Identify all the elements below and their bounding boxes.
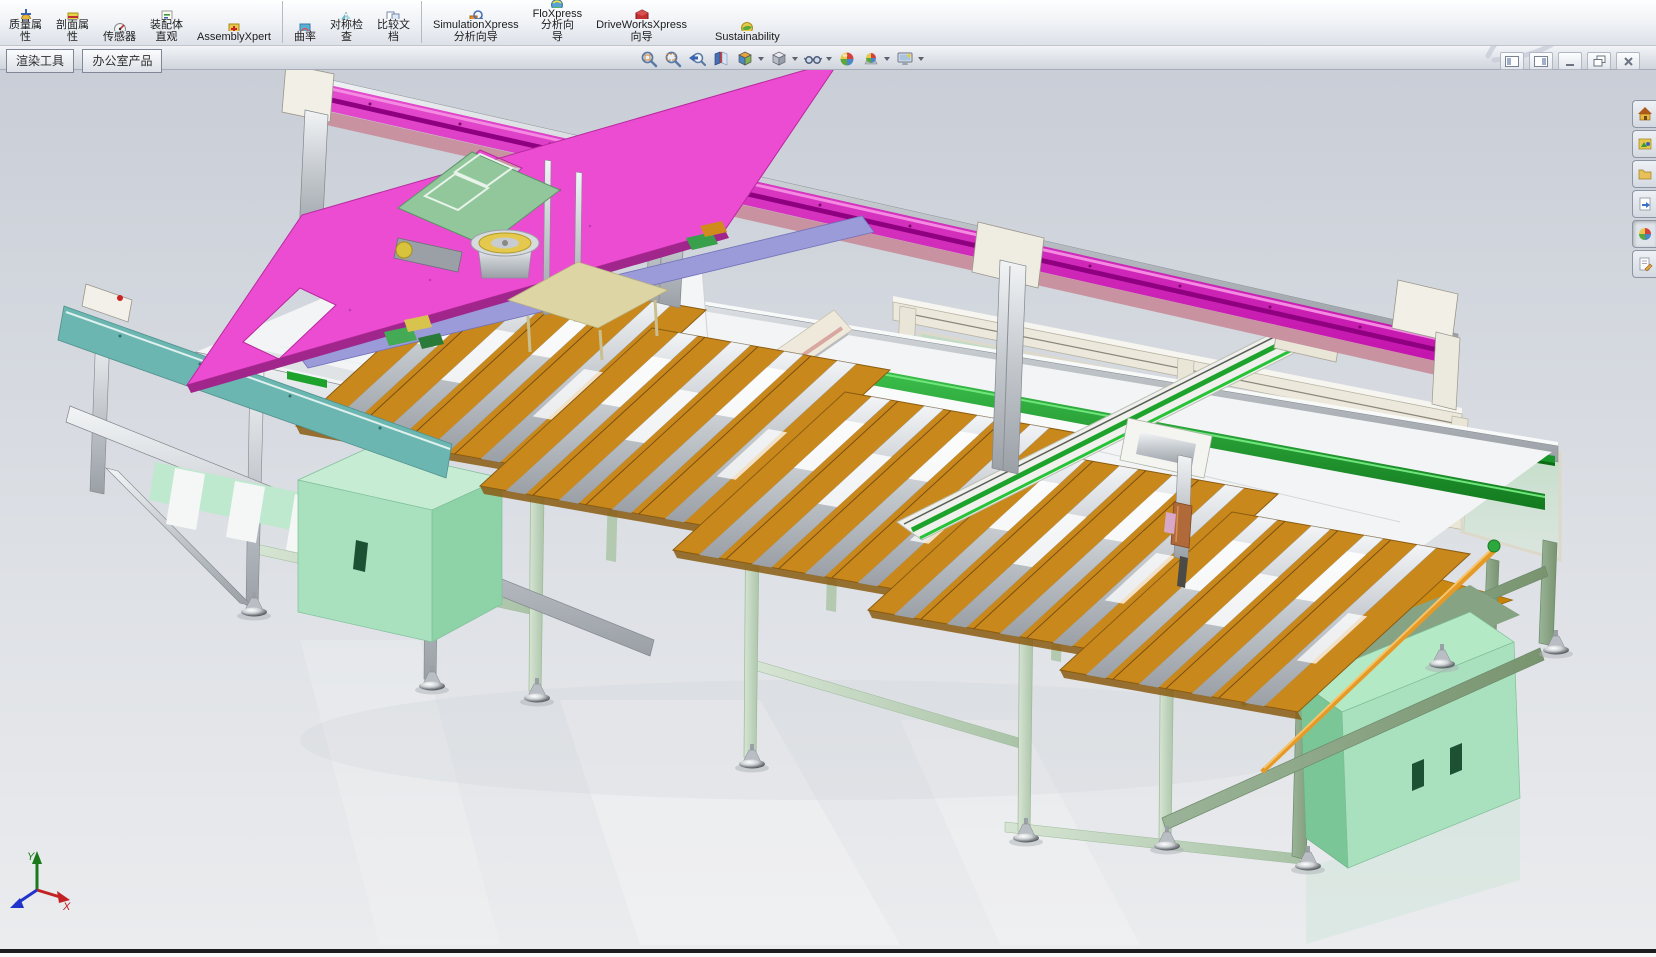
window-controls — [1500, 52, 1640, 70]
left-electrical-cabinet[interactable] — [298, 448, 502, 642]
view-orientation-icon[interactable] — [734, 49, 756, 69]
curvature-button[interactable]: 曲率 — [287, 20, 323, 44]
symmetry-check-icon — [338, 8, 354, 19]
restore-button[interactable] — [1587, 52, 1611, 70]
section-properties-button[interactable]: 剖面属 性 — [49, 8, 96, 43]
main-toolbar: 质量属 性 剖面属 性 传感器 装配体 直观 AssemblyXpert 曲率 … — [0, 0, 1656, 46]
zoom-to-fit-icon[interactable] — [638, 49, 660, 69]
compare-documents-icon — [385, 8, 401, 19]
zoom-to-area-icon[interactable] — [662, 49, 684, 69]
display-style-icon[interactable] — [768, 49, 790, 69]
design-library-icon — [1637, 136, 1653, 152]
hide-show-items-icon[interactable] — [802, 49, 824, 69]
home-icon — [1637, 106, 1653, 122]
simulationxpress-button[interactable]: SimulationXpress 分析向导 — [426, 8, 526, 43]
custom-properties-icon — [1637, 256, 1653, 272]
close-button[interactable] — [1616, 52, 1640, 70]
solidworks-resources-tab[interactable] — [1632, 100, 1656, 128]
minimize-button[interactable] — [1558, 52, 1582, 70]
mass-properties-button[interactable]: 质量属 性 — [2, 8, 49, 43]
appearances-icon — [1637, 226, 1653, 242]
assemblyxpert-button[interactable]: AssemblyXpert — [190, 20, 278, 44]
tab-office-products[interactable]: 办公室产品 — [82, 49, 162, 73]
assembly-visualization-button[interactable]: 装配体 直观 — [143, 8, 190, 43]
section-view-icon[interactable] — [710, 49, 732, 69]
sensor-button[interactable]: 传感器 — [96, 20, 143, 44]
toolbar-separator — [421, 1, 422, 43]
custom-properties-tab[interactable] — [1632, 250, 1656, 278]
task-pane-tabs — [1632, 100, 1656, 278]
file-explorer-tab[interactable] — [1632, 160, 1656, 188]
assemblyxpert-icon — [226, 20, 242, 31]
tab-render-tools[interactable]: 渲染工具 — [6, 49, 74, 73]
view-orientation-dropdown[interactable] — [758, 57, 764, 61]
appearances-scenes-tab[interactable] — [1632, 220, 1656, 248]
apply-scene-icon[interactable] — [860, 49, 882, 69]
view-palette-icon — [1637, 196, 1653, 212]
floxpress-button[interactable]: FloXpress 分析向 导 — [526, 0, 590, 43]
status-strip — [0, 953, 1656, 957]
section-properties-icon — [65, 8, 81, 19]
sustainability-button[interactable]: Sustainability — [708, 20, 787, 44]
folder-icon — [1637, 166, 1653, 182]
curvature-icon — [297, 20, 313, 31]
sensor-icon — [112, 20, 128, 31]
floxpress-icon — [549, 0, 565, 8]
previous-view-icon[interactable] — [686, 49, 708, 69]
apply-scene-dropdown[interactable] — [884, 57, 890, 61]
simulationxpress-icon — [468, 8, 484, 19]
mass-properties-icon — [18, 8, 34, 19]
display-style-dropdown[interactable] — [792, 57, 798, 61]
solidworks-window: Y X 质量属 性 剖面属 性 传感器 装配体 直观 AssemblyXpert… — [0, 0, 1656, 957]
view-palette-tab[interactable] — [1632, 190, 1656, 218]
toolbar-separator — [282, 1, 283, 43]
triad-y-label: Y — [27, 851, 35, 863]
heads-up-view-toolbar — [638, 49, 926, 69]
hide-show-items-dropdown[interactable] — [826, 57, 832, 61]
assembly-visualization-icon — [159, 8, 175, 19]
symmetry-check-button[interactable]: 对称检 查 — [323, 8, 370, 43]
driveworksxpress-icon — [634, 8, 650, 19]
design-library-tab[interactable] — [1632, 130, 1656, 158]
driveworksxpress-button[interactable]: DriveWorksXpress 向导 — [589, 8, 694, 43]
sustainability-icon — [739, 20, 755, 31]
toggle-pane-left-button[interactable] — [1500, 52, 1524, 70]
compare-documents-button[interactable]: 比较文 档 — [370, 8, 417, 43]
toggle-pane-right-button[interactable] — [1529, 52, 1553, 70]
view-settings-icon[interactable] — [894, 49, 916, 69]
view-settings-dropdown[interactable] — [918, 57, 924, 61]
graphics-viewport[interactable]: Y X — [0, 0, 1656, 957]
triad-x-label: X — [62, 901, 71, 913]
edit-appearance-icon[interactable] — [836, 49, 858, 69]
